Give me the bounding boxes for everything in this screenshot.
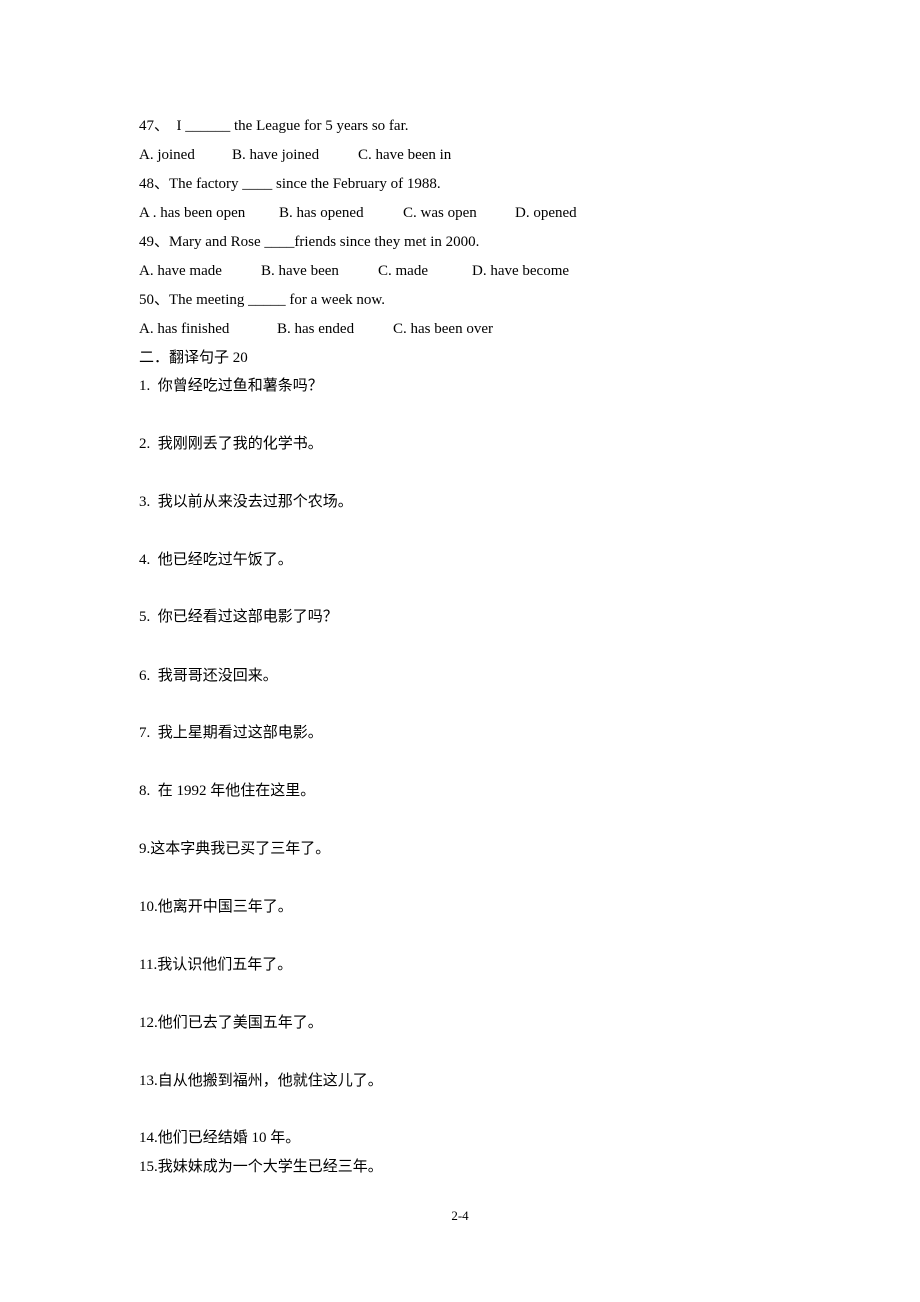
translation-item-1: 1. 你曾经吃过鱼和薯条吗？ [139,378,323,394]
translation-item-9: 9.这本字典我已买了三年了。 [139,841,331,857]
question-48-option-d: D. opened [515,205,577,221]
question-50-stem: 50、The meeting _____ for a week now. [139,292,386,308]
translation-item-4: 4. 他已经吃过午饭了。 [139,552,293,568]
translation-item-6: 6. 我哥哥还没回来。 [139,668,278,684]
translation-item-3: 3. 我以前从来没去过那个农场。 [139,494,353,510]
question-50-option-a: A. has finished [139,321,230,337]
translation-item-5: 5. 你已经看过这部电影了吗？ [139,609,338,625]
question-48-option-a: A . has been open [139,205,246,221]
question-50-option-b: B. has ended [277,321,355,337]
section-2-heading: 二．翻译句子 20 [139,350,248,366]
question-50-option-c: C. has been over [393,321,493,337]
question-47-option-a: A. joined [139,147,195,163]
question-48-option-c: C. was open [403,205,477,221]
question-49-option-d: D. have become [472,263,570,279]
translation-item-12: 12.他们已去了美国五年了。 [139,1015,323,1031]
translation-item-14: 14.他们已经结婚 10 年。 [139,1130,301,1146]
question-48-stem: 48、The factory ____ since the February o… [139,176,441,192]
page-number: 2-4 [451,1208,469,1223]
question-47-option-b: B. have joined [232,147,320,163]
question-47-stem: 47、 I ______ the League for 5 years so f… [139,118,409,134]
question-49-option-a: A. have made [139,263,222,279]
question-49-option-b: B. have been [261,263,339,279]
translation-item-8: 8. 在 1992 年他住在这里。 [139,783,316,799]
question-47-option-c: C. have been in [358,147,452,163]
translation-item-11: 11.我认识他们五年了。 [139,957,293,973]
translation-item-7: 7. 我上星期看过这部电影。 [139,725,323,741]
question-49-stem: 49、Mary and Rose ____friends since they … [139,234,480,250]
translation-item-15: 15.我妹妹成为一个大学生已经三年。 [139,1159,383,1175]
translation-item-10: 10.他离开中国三年了。 [139,899,293,915]
question-49-option-c: C. made [378,263,428,279]
question-48-option-b: B. has opened [279,205,364,221]
translation-item-13: 13.自从他搬到福州，他就住这儿了。 [139,1073,383,1089]
translation-item-2: 2. 我刚刚丢了我的化学书。 [139,436,323,452]
